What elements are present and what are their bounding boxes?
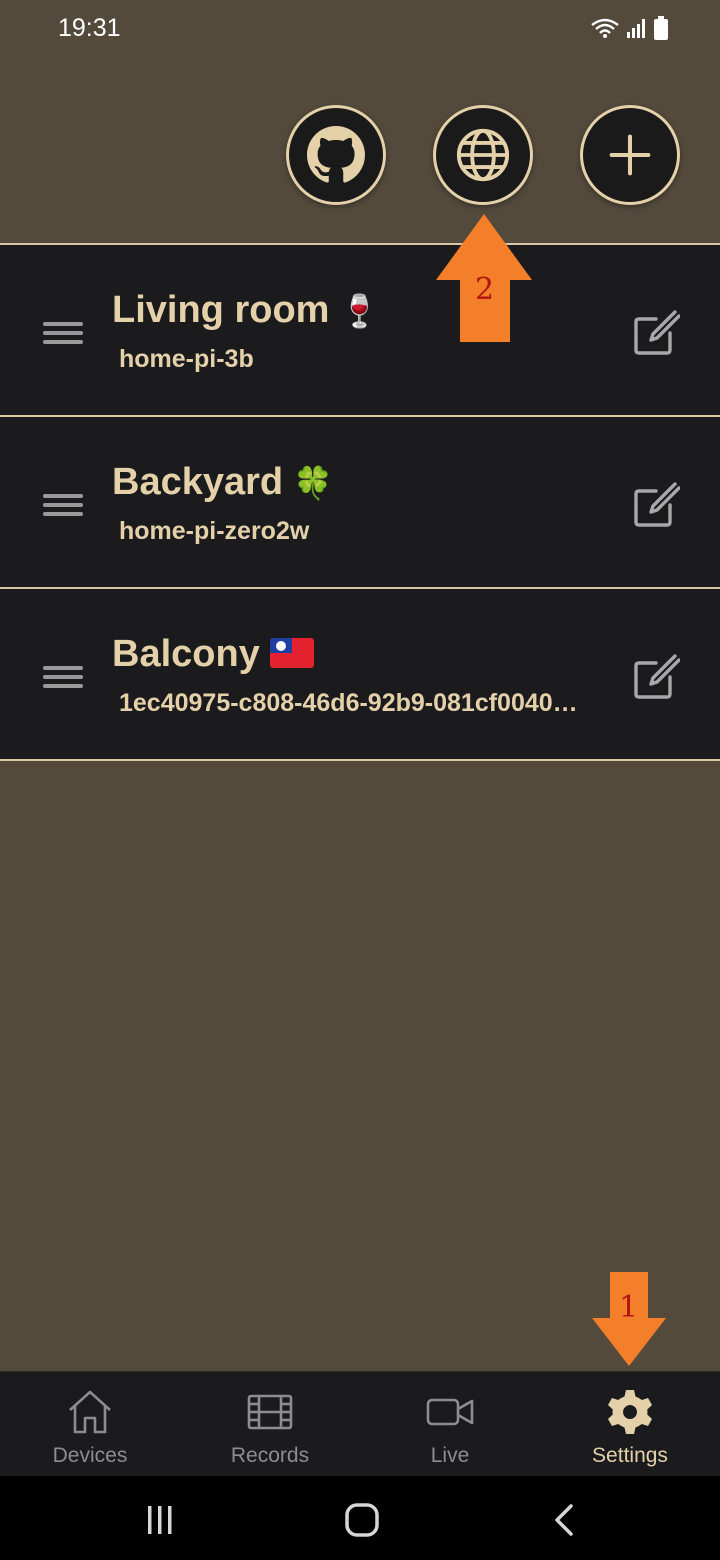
plus-icon <box>609 134 651 176</box>
github-icon <box>307 126 365 183</box>
status-time: 19:31 <box>58 14 121 42</box>
system-nav-bar <box>0 1476 720 1560</box>
drag-handle-icon[interactable] <box>43 493 83 517</box>
status-bar: 19:31 <box>0 0 720 56</box>
home-nav-icon[interactable] <box>342 1502 382 1538</box>
edit-icon[interactable] <box>632 309 680 357</box>
gear-icon <box>608 1390 652 1434</box>
device-name: Balcony <box>112 633 314 676</box>
four-leaf-clover-icon: 🍀 <box>293 464 333 502</box>
drag-handle-icon[interactable] <box>43 665 83 689</box>
nav-devices-label: Devices <box>52 1444 128 1467</box>
device-name: Backyard 🍀 <box>112 461 333 504</box>
signal-icon <box>627 19 645 38</box>
device-name-text: Living room <box>112 289 330 331</box>
device-name-text: Backyard <box>112 461 284 503</box>
wifi-icon <box>591 18 619 38</box>
drag-handle-icon[interactable] <box>43 321 83 345</box>
globe-icon <box>456 128 510 182</box>
device-name-text: Balcony <box>112 633 260 675</box>
edit-icon[interactable] <box>632 481 680 529</box>
wine-glass-icon: 🍷 <box>339 292 380 330</box>
github-button[interactable] <box>286 105 386 205</box>
globe-button[interactable] <box>433 105 533 205</box>
nav-settings[interactable]: Settings <box>540 1372 720 1477</box>
nav-live-label: Live <box>430 1444 470 1467</box>
nav-records-label: Records <box>230 1444 310 1467</box>
recent-apps-icon[interactable] <box>140 1502 180 1538</box>
device-id: home-pi-zero2w <box>119 517 310 545</box>
top-actions <box>0 100 720 212</box>
device-row[interactable]: Balcony 1ec40975-c808-46d6-92b9-081cf004… <box>0 587 720 761</box>
device-list: Living room 🍷 home-pi-3b Backyard 🍀 home-p… <box>0 243 720 761</box>
edit-icon[interactable] <box>632 653 680 701</box>
device-row[interactable]: Backyard 🍀 home-pi-zero2w <box>0 415 720 587</box>
home-icon <box>69 1390 111 1434</box>
nav-live[interactable]: Live <box>360 1372 540 1477</box>
video-icon <box>426 1398 474 1426</box>
film-icon <box>247 1394 293 1430</box>
battery-icon <box>654 16 668 40</box>
device-row[interactable]: Living room 🍷 home-pi-3b <box>0 243 720 415</box>
bottom-nav: Devices Records Live Settings <box>0 1371 720 1477</box>
nav-settings-label: Settings <box>592 1444 668 1467</box>
add-device-button[interactable] <box>580 105 680 205</box>
back-icon[interactable] <box>545 1502 585 1538</box>
status-icons <box>590 14 668 42</box>
device-id: home-pi-3b <box>119 345 254 373</box>
nav-devices[interactable]: Devices <box>0 1372 180 1477</box>
device-id: 1ec40975-c808-46d6-92b9-081cf0040… <box>119 689 578 717</box>
taiwan-flag-icon <box>269 638 314 668</box>
annotation-label-1: 1 <box>619 1290 639 1325</box>
nav-records[interactable]: Records <box>180 1372 360 1477</box>
device-name: Living room 🍷 <box>112 289 379 332</box>
annotation-label-2: 2 <box>475 272 495 307</box>
